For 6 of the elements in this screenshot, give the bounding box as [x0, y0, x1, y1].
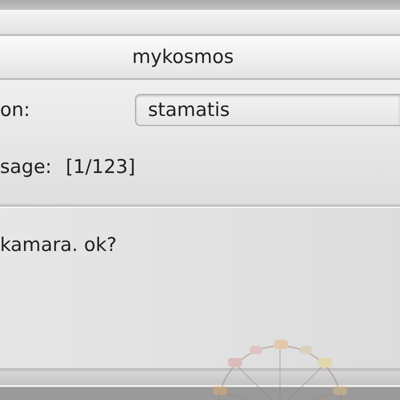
recipient-field[interactable]: stamatis: [135, 94, 400, 126]
character-counter: [1/123]: [66, 156, 136, 178]
window-title: mykosmos: [132, 46, 235, 68]
message-text: kamara. ok?: [0, 234, 117, 256]
message-label: sage:: [0, 156, 52, 178]
recipient-label: on:: [0, 99, 32, 121]
